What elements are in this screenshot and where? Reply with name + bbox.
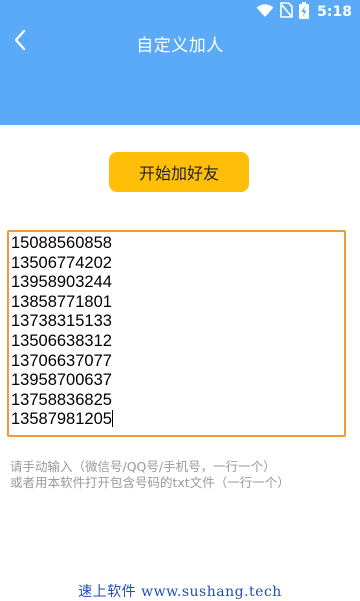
- number-line: 13958903244: [11, 273, 112, 292]
- number-line-text: 13587981205: [11, 410, 112, 429]
- hint-line-1: 请手动输入（微信号/QQ号/手机号，一行一个）: [10, 459, 276, 474]
- number-line: 13758836825: [11, 390, 112, 409]
- sim-no-signal-icon: [280, 2, 293, 22]
- number-line: 15088560858: [11, 234, 112, 252]
- number-line: 13858771801: [11, 292, 112, 311]
- status-bar: 5:18: [0, 0, 360, 24]
- hint-line-2: 或者用本软件打开包含号码的txt文件（一行一个）: [10, 475, 290, 490]
- app-bar: 自定义加人: [0, 24, 360, 125]
- wifi-icon: [256, 3, 274, 22]
- status-time: 5:18: [317, 4, 352, 20]
- page-title: 自定义加人: [136, 36, 224, 56]
- number-line: 13506774202: [11, 253, 112, 272]
- number-line-last: 13587981205: [11, 410, 344, 430]
- status-icons: 5:18: [256, 1, 352, 23]
- input-hint: 请手动输入（微信号/QQ号/手机号，一行一个） 或者用本软件打开包含号码的txt…: [10, 459, 350, 491]
- text-cursor: [111, 410, 114, 428]
- battery-charging-icon: [299, 1, 310, 23]
- watermark: 速上软件 www.sushang.tech: [78, 584, 282, 600]
- number-line: 13706637077: [11, 351, 112, 370]
- number-line: 13506638312: [11, 331, 112, 350]
- number-line: 13738315133: [11, 312, 112, 331]
- numbers-input[interactable]: 15088560858 13506774202 13958903244 1385…: [7, 230, 346, 437]
- number-line: 13958700637: [11, 371, 112, 390]
- start-add-friends-button[interactable]: 开始加好友: [109, 152, 249, 192]
